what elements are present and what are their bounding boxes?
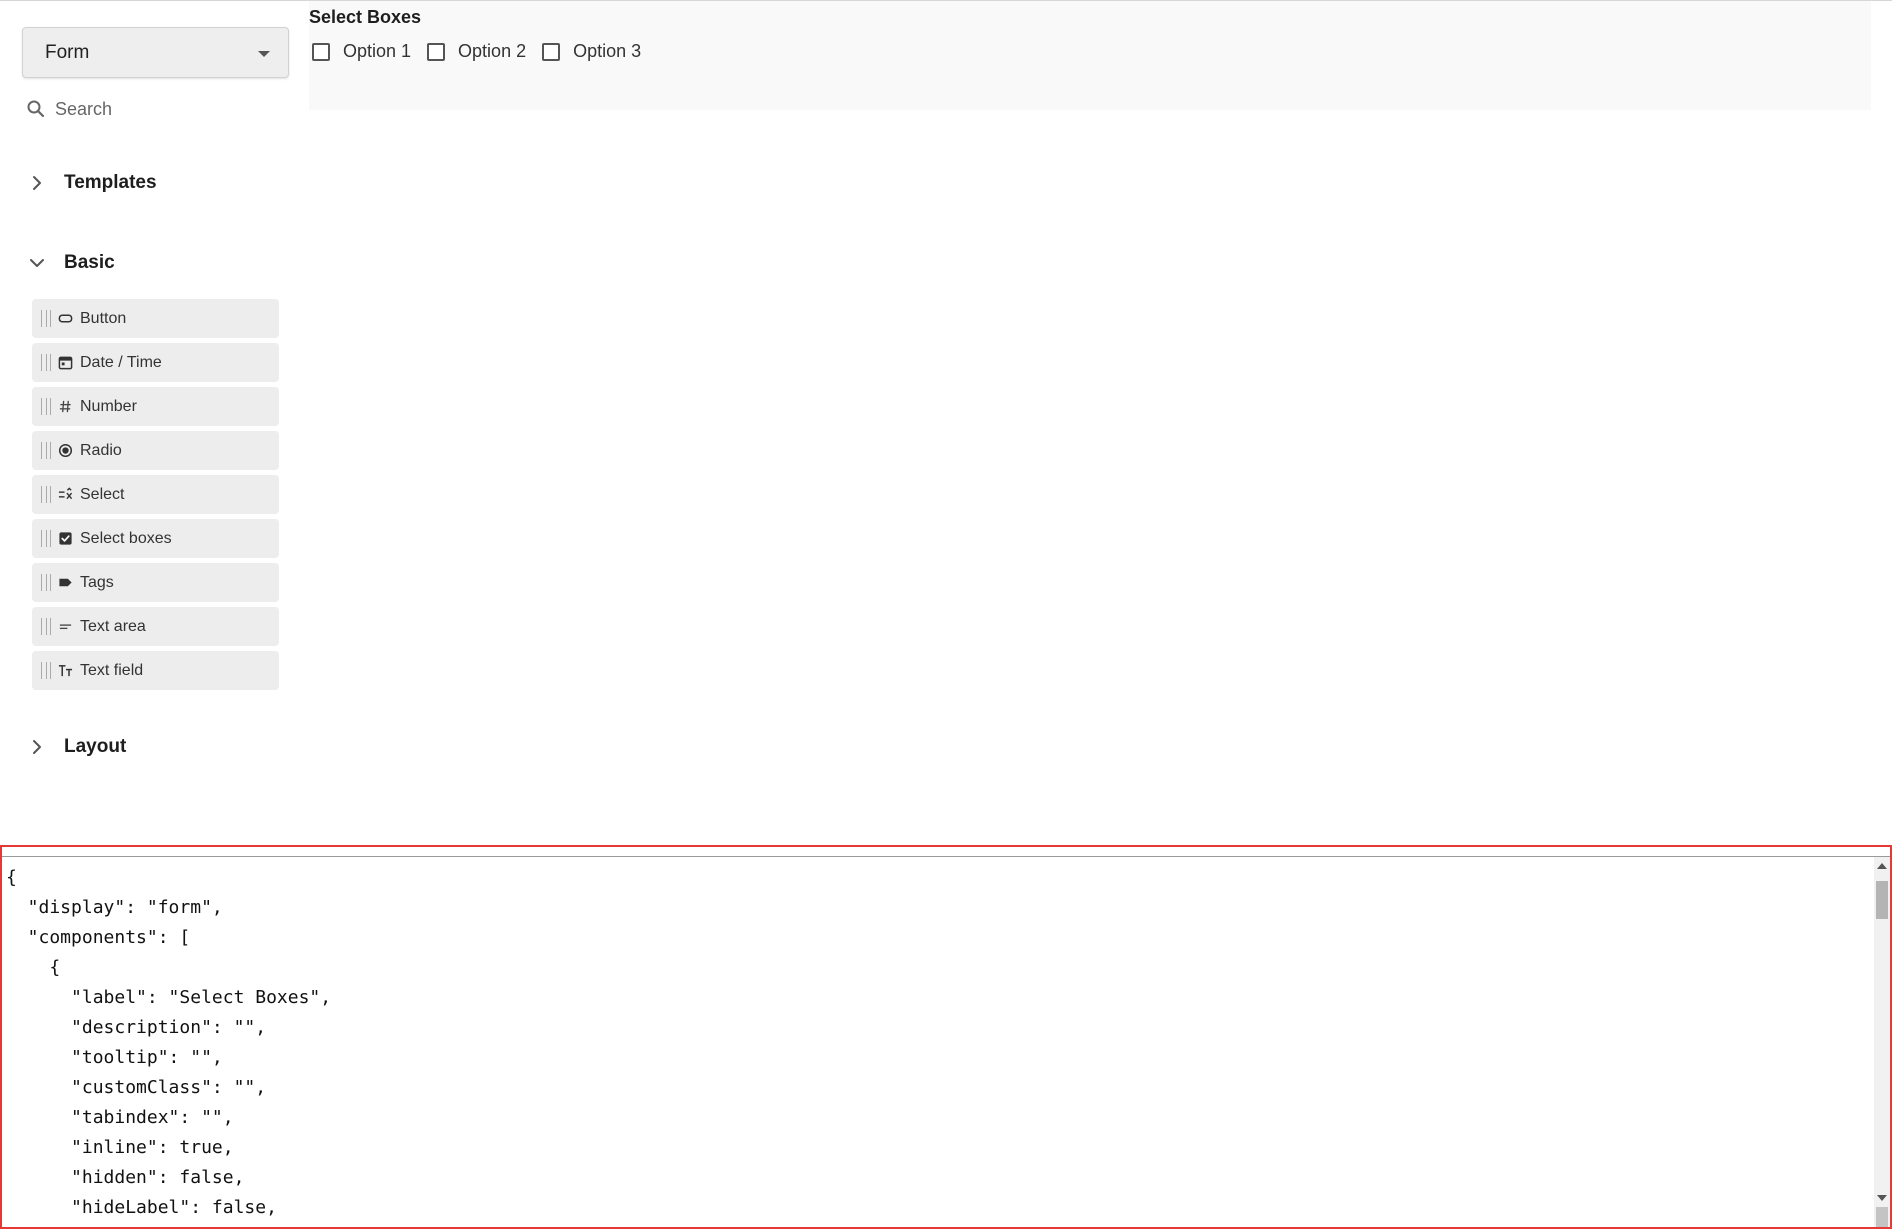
scroll-up-arrow-icon[interactable] [1877,863,1887,869]
json-line: "components": [ [6,927,191,948]
chevron-right-icon [33,176,41,190]
json-code-view[interactable]: { "display": "form", "components": [ { "… [6,863,1876,1223]
json-line: "hidden": false, [6,1167,245,1188]
checkbox-checked-icon [57,531,73,547]
option-2[interactable]: Option 2 [427,41,526,62]
palette-item-number[interactable]: Number [32,387,279,426]
palette-item-label: Select [80,485,125,503]
drag-handle-icon [41,442,51,459]
json-line: "inline": true, [6,1137,234,1158]
group-templates-title: Templates [64,172,157,193]
checkbox-option-3[interactable] [542,42,561,61]
json-line: "tabindex": "", [6,1107,234,1128]
json-line: "customClass": "", [6,1077,267,1098]
drag-handle-icon [41,662,51,679]
json-line: "tooltip": "", [6,1047,223,1068]
radio-icon [57,443,73,459]
palette-item-button[interactable]: Button [32,299,279,338]
palette-item-text-area[interactable]: Text area [32,607,279,646]
builder-sidebar: Form Templates Basic Button [0,0,300,840]
component-label: Select Boxes [309,7,422,27]
select-list-icon [57,487,73,503]
drag-handle-icon [41,486,51,503]
palette-item-tags[interactable]: Tags [32,563,279,602]
palette-item-select-boxes[interactable]: Select boxes [32,519,279,558]
chevron-down-icon [30,259,44,267]
basic-component-palette: Button Date / Time Number Radio Select S… [32,299,279,695]
option-3[interactable]: Option 3 [542,41,641,62]
palette-item-label: Button [80,309,127,327]
text-field-icon [57,663,73,679]
option-1[interactable]: Option 1 [312,41,411,62]
text-area-icon [57,619,73,635]
drag-handle-icon [41,530,51,547]
scroll-corner [1876,1207,1888,1227]
json-line: { [6,957,61,978]
palette-item-label: Text field [80,661,144,679]
option-1-label: Option 1 [343,41,412,61]
group-basic-header[interactable]: Basic [26,246,115,280]
json-line: { [6,867,17,888]
json-panel-divider [2,856,1890,857]
palette-item-label: Radio [80,441,122,459]
json-line: "display": "form", [6,897,223,918]
palette-item-label: Select boxes [80,529,172,547]
hash-icon [57,399,73,415]
palette-item-text-field[interactable]: Text field [32,651,279,690]
calendar-icon [57,355,73,371]
drag-handle-icon [41,618,51,635]
search-icon [27,100,45,118]
drag-handle-icon [41,354,51,371]
group-templates-header[interactable]: Templates [26,166,157,200]
json-line: "description": "", [6,1017,267,1038]
json-output-panel[interactable]: { "display": "form", "components": [ { "… [0,845,1892,1229]
group-basic-title: Basic [64,252,115,273]
tag-icon [57,575,73,591]
palette-item-label: Tags [80,573,114,591]
json-line: "hideLabel": false, [6,1197,277,1218]
select-boxes-options: Option 1 Option 2 Option 3 [312,41,657,62]
palette-item-radio[interactable]: Radio [32,431,279,470]
palette-item-label: Number [80,397,137,415]
component-search [26,94,290,124]
scroll-down-arrow-icon[interactable] [1877,1195,1887,1201]
palette-item-select[interactable]: Select [32,475,279,514]
drag-handle-icon [41,310,51,327]
caret-down-icon [258,51,270,57]
drag-handle-icon [41,574,51,591]
search-input[interactable] [55,98,275,120]
chevron-right-icon [33,740,41,754]
drag-handle-icon [41,398,51,415]
palette-item-label: Date / Time [80,353,162,371]
json-scrollbar[interactable] [1874,857,1890,1227]
group-layout-title: Layout [64,736,127,757]
json-line: "label": "Select Boxes", [6,987,332,1008]
scroll-thumb[interactable] [1876,881,1888,919]
option-3-label: Option 3 [573,41,642,61]
button-icon [57,311,73,327]
display-type-select[interactable]: Form [22,27,289,78]
palette-item-datetime[interactable]: Date / Time [32,343,279,382]
option-2-label: Option 2 [458,41,527,61]
palette-item-label: Text area [80,617,146,635]
display-type-value: Form [45,41,90,63]
checkbox-option-1[interactable] [312,42,330,61]
group-layout-header[interactable]: Layout [26,730,126,764]
checkbox-option-2[interactable] [427,42,446,61]
form-canvas[interactable]: Select Boxes Option 1 Option 2 Option 3 [309,1,1871,110]
